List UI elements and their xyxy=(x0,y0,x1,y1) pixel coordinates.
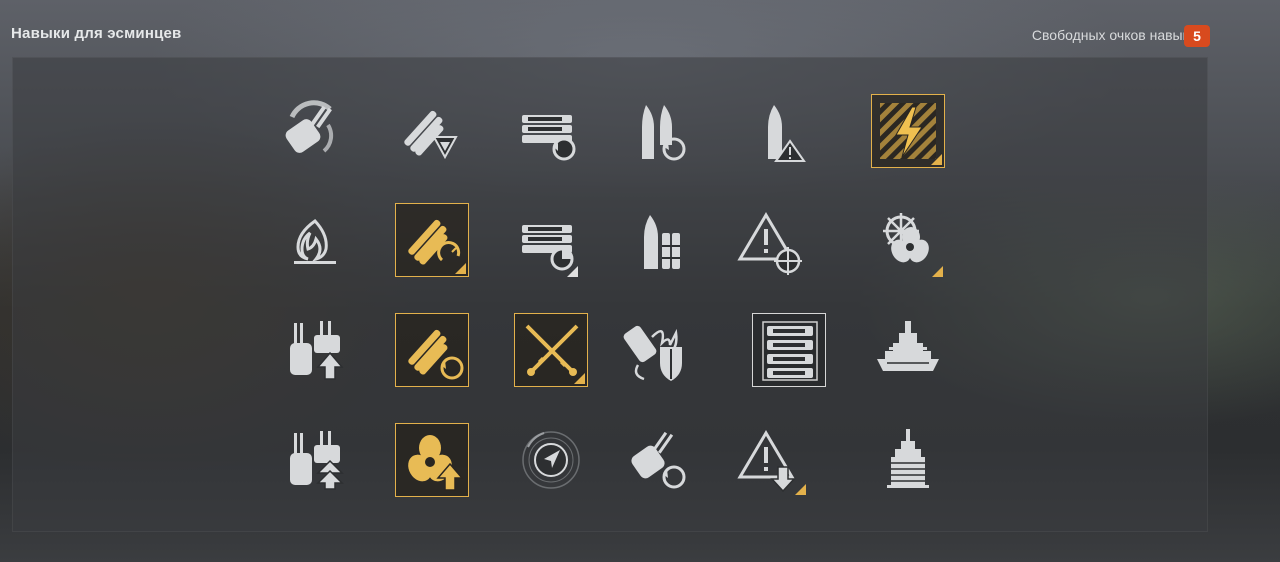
upgrade-corner-icon xyxy=(574,373,585,384)
skill-torpedo-reload[interactable] xyxy=(395,203,469,277)
header: Навыки для эсминцев Свободных очков навы… xyxy=(0,0,1280,56)
skill-crossed-torpedo[interactable] xyxy=(514,313,588,387)
skill-battleship-front[interactable] xyxy=(871,423,945,497)
skill-fire[interactable] xyxy=(278,205,352,279)
fire-icon xyxy=(294,219,336,264)
skill-consumable-timer[interactable] xyxy=(506,205,580,279)
turret-double-upgrade-icon xyxy=(290,431,344,490)
shell-ammo-icon xyxy=(644,215,680,269)
upgrade-corner-icon xyxy=(795,484,806,495)
upgrade-corner-icon xyxy=(455,263,466,274)
radar-icon xyxy=(522,431,580,489)
turret-rotation-icon xyxy=(285,100,334,153)
battleship-icon xyxy=(877,321,939,371)
upgrade-corner-icon xyxy=(567,266,578,277)
consumable-reload-icon xyxy=(522,115,576,161)
skill-shell-reload[interactable] xyxy=(620,95,694,169)
skill-fire-shield[interactable] xyxy=(620,313,694,387)
skill-consumable-stack[interactable] xyxy=(752,313,826,387)
propeller-upgrade-icon xyxy=(408,435,464,491)
upgrade-corner-icon xyxy=(931,154,942,165)
page-title: Навыки для эсминцев xyxy=(11,25,182,42)
turret-upgrade-icon xyxy=(290,321,344,380)
skill-turret-double-upgrade[interactable] xyxy=(278,423,352,497)
skill-helm-propeller[interactable] xyxy=(871,205,945,279)
battleship-front-icon xyxy=(887,429,929,488)
skill-warning-target[interactable] xyxy=(734,205,808,279)
aa-gun-reload-icon xyxy=(631,431,686,489)
free-points-badge: 5 xyxy=(1184,25,1210,47)
skill-turret-rotation[interactable] xyxy=(278,95,352,169)
free-points-label: Свободных очков навыков: xyxy=(1031,27,1208,43)
torpedo-armament-icon xyxy=(404,110,458,160)
consumable-stack-icon xyxy=(762,321,818,381)
skill-radar[interactable] xyxy=(514,423,588,497)
skill-shell-warning[interactable] xyxy=(734,95,808,169)
skill-battleship[interactable] xyxy=(871,313,945,387)
skill-turret-upgrade[interactable] xyxy=(278,313,352,387)
skill-propeller-upgrade[interactable] xyxy=(395,423,469,497)
skills-panel xyxy=(12,57,1208,532)
torpedo-cycle-icon xyxy=(408,329,464,380)
fire-shield-icon xyxy=(623,325,682,381)
skill-warning-down[interactable] xyxy=(734,423,808,497)
warning-target-icon xyxy=(737,212,802,275)
skill-torpedo-cycle[interactable] xyxy=(395,313,469,387)
skill-consumable-reload[interactable] xyxy=(506,95,580,169)
skill-torpedo-armament[interactable] xyxy=(392,95,466,169)
skill-lightning[interactable] xyxy=(871,94,945,168)
upgrade-corner-icon xyxy=(932,266,943,277)
skill-shell-ammo[interactable] xyxy=(620,205,694,279)
shell-reload-icon xyxy=(642,105,686,161)
shell-warning-icon xyxy=(768,105,806,162)
skill-aa-gun-reload[interactable] xyxy=(620,423,694,497)
